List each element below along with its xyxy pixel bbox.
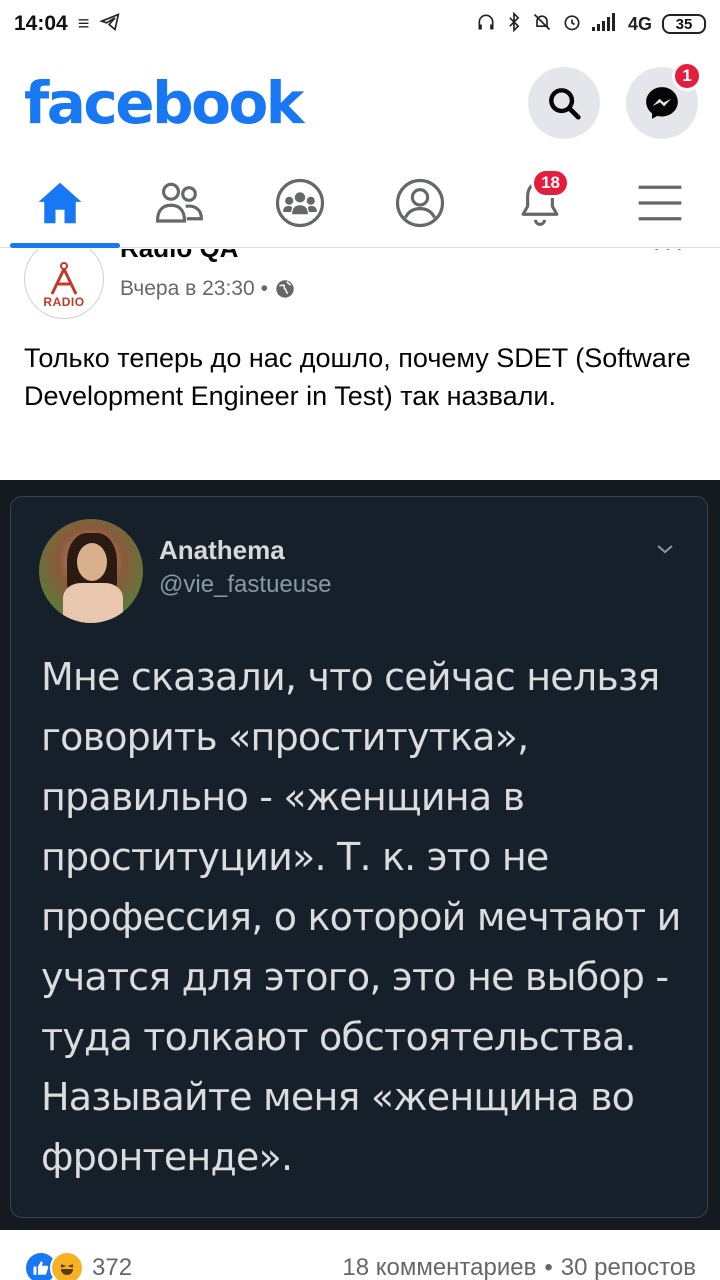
tab-groups[interactable] xyxy=(250,158,350,248)
status-right: 4G 35 xyxy=(476,11,706,36)
search-icon xyxy=(549,88,581,120)
tweet-text: Мне сказали, что сейчас нельзя говорить … xyxy=(41,655,681,1179)
page-avatar[interactable]: RADIO xyxy=(24,249,104,319)
tweet-card: Anathema @vie_fastueuse Мне сказали, что… xyxy=(10,496,708,1218)
headphones-icon xyxy=(476,12,496,36)
reactions-count: 372 xyxy=(92,1254,133,1280)
messenger-badge: 1 xyxy=(672,61,702,91)
avatar-text: RADIO xyxy=(43,295,85,309)
telegram-icon xyxy=(99,12,121,36)
tab-notifications[interactable]: 18 xyxy=(490,158,590,248)
post-time[interactable]: Вчера в 23:30 xyxy=(120,277,255,301)
post-options-button[interactable]: ··· xyxy=(652,249,686,263)
radio-tower-icon xyxy=(50,262,78,295)
shares-count[interactable]: 30 репостов xyxy=(561,1254,696,1280)
status-left: 14:04 ≡ xyxy=(14,12,121,36)
friends-icon xyxy=(155,182,203,223)
engagement-counts: 18 комментариев • 30 репостов xyxy=(342,1254,696,1280)
data-usage-icon: ≡ xyxy=(77,13,90,35)
home-icon xyxy=(38,182,82,223)
reactions-summary[interactable]: 372 xyxy=(24,1251,132,1280)
tweet-avatar xyxy=(39,519,143,623)
network-type: 4G xyxy=(627,14,652,34)
counts-separator: • xyxy=(544,1254,553,1280)
status-bar: 14:04 ≡ 4G 35 xyxy=(0,0,720,48)
notifications-badge: 18 xyxy=(531,167,570,198)
tab-friends[interactable] xyxy=(130,158,230,248)
messenger-button[interactable]: 1 xyxy=(626,61,702,139)
signal-icon xyxy=(591,13,618,35)
facebook-logo[interactable]: facebook xyxy=(24,69,304,137)
tab-profile[interactable] xyxy=(370,158,470,248)
search-button[interactable] xyxy=(528,67,600,139)
meta-separator: • xyxy=(260,277,269,300)
battery-icon: 35 xyxy=(662,14,706,34)
post-text: Только теперь до нас дошло, почему SDET … xyxy=(24,343,691,411)
tweet-author-handle: @vie_fastueuse xyxy=(159,571,332,598)
bluetooth-icon xyxy=(506,11,522,36)
chevron-down-icon xyxy=(657,545,673,554)
profile-icon xyxy=(395,178,445,227)
haha-reaction-icon xyxy=(50,1251,84,1280)
post-header: RADIO Radio QA Вчера в 23:30 • ··· xyxy=(0,249,720,329)
nav-bar: 18 xyxy=(0,158,720,248)
post-image[interactable]: Anathema @vie_fastueuse Мне сказали, что… xyxy=(0,480,720,1230)
mute-icon xyxy=(532,12,552,36)
page-name[interactable]: Radio QA xyxy=(120,249,238,264)
menu-icon xyxy=(638,185,682,220)
reactions-bar: 372 18 комментариев • 30 репостов xyxy=(0,1248,720,1280)
alarm-icon xyxy=(562,12,582,36)
status-time: 14:04 xyxy=(14,12,68,35)
app-header: facebook 1 xyxy=(0,48,720,158)
globe-icon xyxy=(276,280,294,298)
tab-home[interactable] xyxy=(10,158,120,248)
messenger-icon xyxy=(646,87,678,119)
header-actions: 1 xyxy=(528,61,702,139)
tweet-author-name: Anathema xyxy=(159,535,285,565)
post-meta: Вчера в 23:30 • xyxy=(120,277,296,301)
comments-count[interactable]: 18 комментариев xyxy=(342,1254,536,1280)
groups-icon xyxy=(275,178,325,227)
tab-menu[interactable] xyxy=(610,158,710,248)
